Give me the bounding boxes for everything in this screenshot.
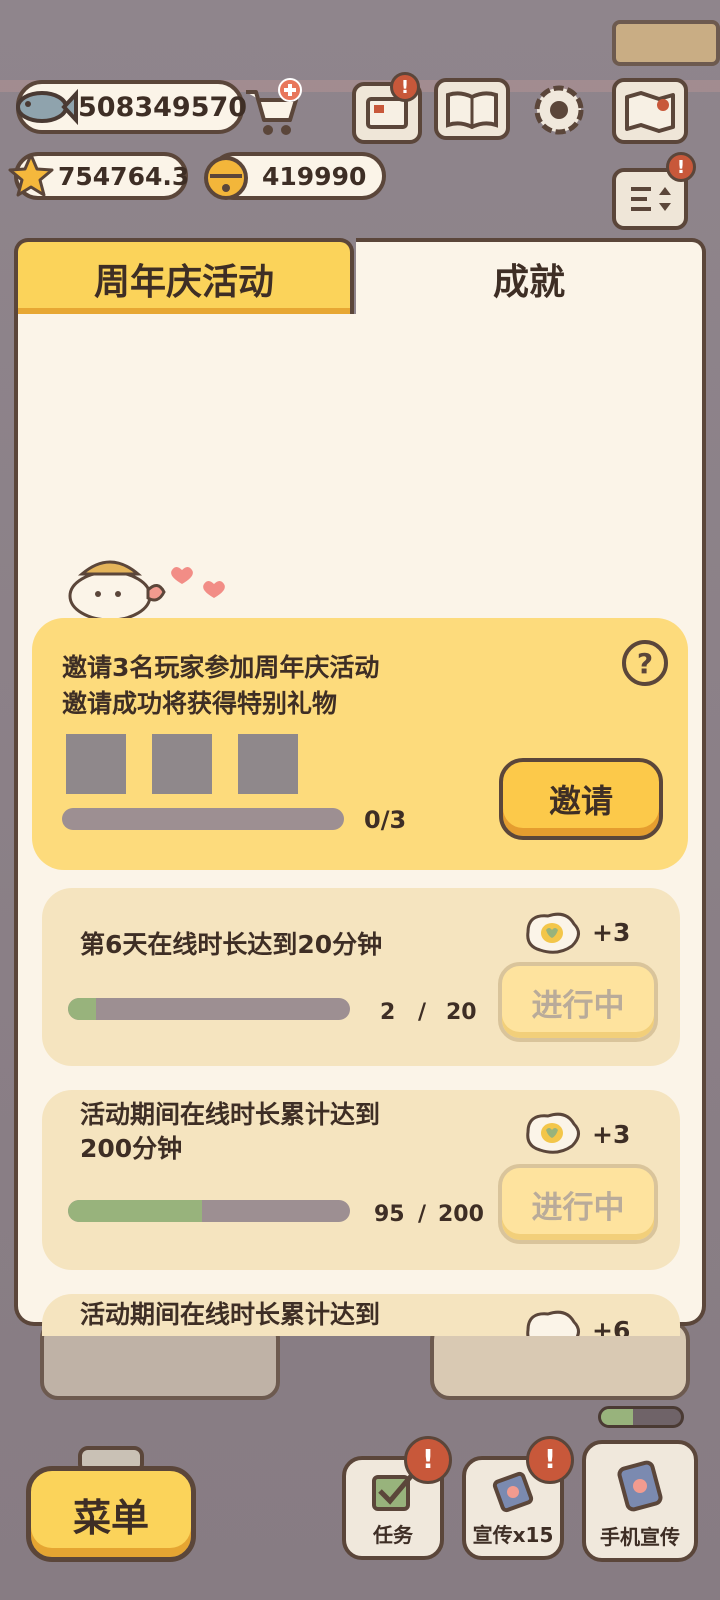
- task-progress-bar: [68, 998, 350, 1020]
- flyer-icon: [492, 1471, 534, 1513]
- menu-button[interactable]: 菜单: [26, 1466, 196, 1562]
- map-icon: [625, 91, 675, 133]
- invite-slot: [238, 734, 298, 794]
- phone-promo-button[interactable]: 手机宣传: [582, 1440, 698, 1562]
- task-progress-fill: [68, 998, 97, 1020]
- reward-amount: +3: [592, 1120, 631, 1149]
- tab-achievements-label: 成就: [492, 262, 565, 303]
- egg-reward-icon: [522, 1308, 584, 1336]
- task-status-label: 进行中: [531, 987, 625, 1024]
- bell-currency-value: 419990: [262, 161, 367, 191]
- tab-anniversary-label: 周年庆活动: [93, 262, 274, 303]
- reward-amount: +6: [592, 1316, 631, 1336]
- gear-icon: [534, 85, 584, 135]
- phone-icon: [617, 1460, 663, 1512]
- invite-text-line2: 邀请成功将获得特别礼物: [62, 689, 338, 718]
- sort-icon: [631, 187, 671, 211]
- sort-alert-badge: !: [666, 152, 696, 182]
- star-currency-value: 754764.3: [58, 161, 190, 191]
- tasks-alert-badge: !: [404, 1436, 452, 1484]
- task-status-button[interactable]: 进行中: [498, 1164, 658, 1244]
- status-mini-bar: [598, 1406, 684, 1428]
- task-card-partial: 活动期间在线时长累计达到 +6: [42, 1294, 680, 1336]
- tasks-button-label: 任务: [373, 1523, 413, 1547]
- invite-text-line1: 邀请3名玩家参加周年庆活动: [62, 653, 380, 682]
- task-progress-fill: [68, 1200, 202, 1222]
- task-progress-current: 2: [380, 1000, 396, 1025]
- task-progress-separator: /: [418, 1000, 427, 1025]
- invite-button-label: 邀请: [548, 782, 613, 820]
- tab-anniversary-event[interactable]: 周年庆活动: [14, 238, 354, 316]
- invite-slot: [66, 734, 126, 794]
- phone-promo-label: 手机宣传: [600, 1525, 680, 1549]
- star-icon: [8, 152, 54, 198]
- promo-alert-badge: !: [526, 1436, 574, 1484]
- book-icon: [446, 91, 498, 129]
- settings-button[interactable]: [528, 80, 590, 140]
- task-title-line2: 200分钟: [80, 1134, 183, 1163]
- task-progress-separator: /: [418, 1202, 427, 1227]
- help-icon: ?: [636, 646, 654, 680]
- shop-cart-button[interactable]: [240, 78, 304, 140]
- invite-button[interactable]: 邀请: [499, 758, 663, 840]
- background-sign: [612, 20, 720, 66]
- task-title-line1: 活动期间在线时长累计达到: [80, 1100, 381, 1129]
- catalog-book-button[interactable]: [434, 78, 510, 140]
- egg-reward-icon: [522, 910, 584, 956]
- mail-alert-badge: !: [390, 72, 420, 102]
- map-button[interactable]: [612, 78, 688, 144]
- cart-icon: [246, 78, 302, 135]
- fish-icon: [12, 86, 78, 128]
- task-status-label: 进行中: [531, 1189, 625, 1226]
- egg-reward-icon: [522, 1110, 584, 1156]
- task-progress-bar: [68, 1200, 350, 1222]
- task-title-line1: 活动期间在线时长累计达到: [80, 1300, 381, 1329]
- task-progress-target: 20: [446, 1000, 477, 1025]
- promo-button-label: 宣传x15: [472, 1523, 554, 1547]
- hearts-decoration: [170, 562, 240, 602]
- invite-slot: [152, 734, 212, 794]
- task-progress-current: 95: [374, 1202, 405, 1227]
- help-button[interactable]: ?: [622, 640, 668, 686]
- tab-achievements[interactable]: 成就: [356, 238, 706, 316]
- bell-icon: [200, 150, 252, 202]
- reward-amount: +3: [592, 918, 631, 947]
- invite-progress-text: 0/3: [364, 806, 407, 834]
- mascot-cat-image: [60, 550, 170, 622]
- fish-currency-value: 508349570: [78, 91, 248, 123]
- menu-button-label: 菜单: [72, 1495, 149, 1540]
- invite-progress-bar: [62, 808, 344, 830]
- task-status-button[interactable]: 进行中: [498, 962, 658, 1042]
- checkbox-icon: [372, 1473, 414, 1511]
- task-progress-target: 200: [438, 1202, 484, 1227]
- task-title: 第6天在线时长达到20分钟: [80, 930, 383, 959]
